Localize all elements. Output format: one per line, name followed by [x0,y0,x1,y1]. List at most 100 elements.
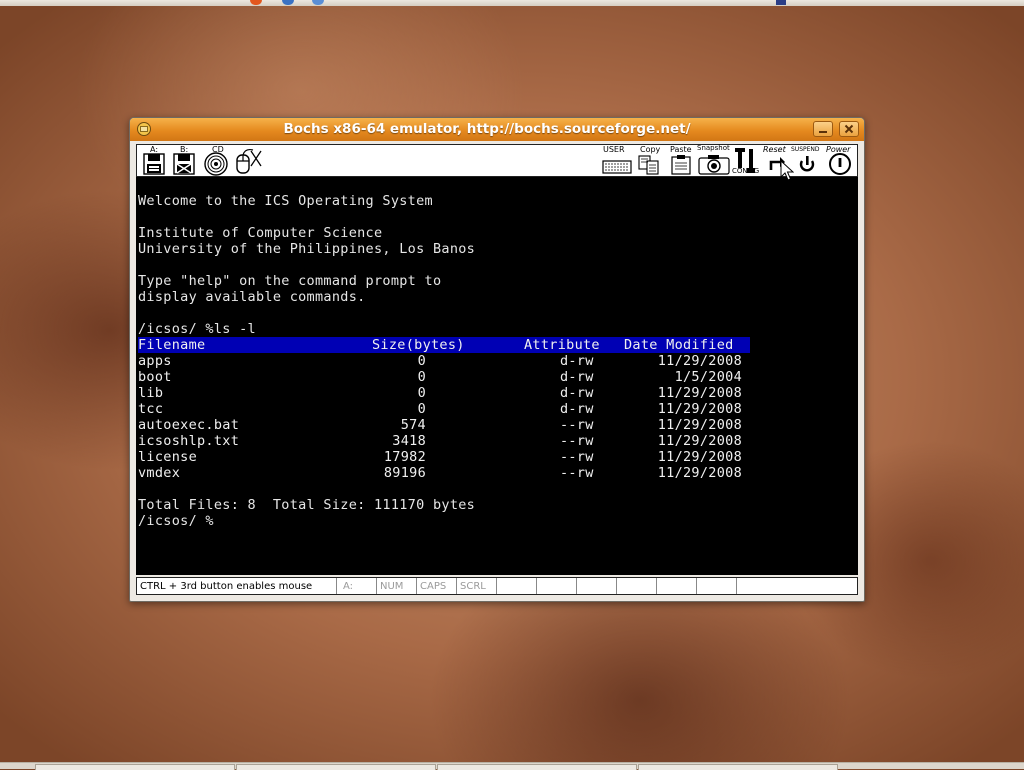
minimize-button[interactable] [813,121,833,137]
listing-header: Filename Size(bytes) Attribute Date Modi… [138,337,750,353]
wrench-icon [735,148,755,173]
header-filename: Filename [138,337,206,353]
row-attribute: --rw [560,433,594,449]
top-panel [0,0,1024,6]
row-attribute: --rw [560,465,594,481]
suspend-button[interactable]: SUSPEND [791,146,823,176]
mail-icon[interactable] [282,0,294,5]
mouse-icon [236,148,262,174]
header-size: Size(bytes) [372,337,465,353]
taskbar-button[interactable] [236,764,436,770]
listing-row: autoexec.bat 574 --rw 11/29/2008 [138,417,750,433]
row-size: 0 [417,369,426,385]
num-lock-indicator: NUM [377,578,417,594]
row-date: 11/29/2008 [657,417,742,433]
row-size: 17982 [383,449,426,465]
status-cell [537,578,577,594]
minimize-icon [819,131,827,133]
listing-summary: Total Files: 8 Total Size: 111170 bytes [138,497,476,513]
row-filename: license [138,449,197,465]
mouse-toggle-button[interactable] [233,146,263,176]
row-date: 11/29/2008 [657,353,742,369]
listing-row: license 17982 --rw 11/29/2008 [138,449,750,465]
keyboard-icon [602,160,632,174]
floppy-b-button[interactable]: B: [171,145,197,176]
status-cell [617,578,657,594]
row-filename: lib [138,385,164,401]
row-size: 0 [417,401,426,417]
taskbar-button[interactable] [638,764,838,770]
command-line: /icsos/ %ls -l [138,321,256,337]
paste-icon [671,155,691,175]
listing-row: boot 0 d-rw 1/5/2004 [138,369,750,385]
row-filename: boot [138,369,172,385]
listing-row: lib 0 d-rw 11/29/2008 [138,385,750,401]
close-icon [844,124,854,134]
taskbar-button[interactable] [35,764,235,770]
console-line: Institute of Computer Science [138,225,383,241]
row-filename: tcc [138,401,164,417]
floppy-b-icon [173,153,195,175]
row-size: 574 [400,417,426,433]
listing-row: icsoshlp.txt 3418 --rw 11/29/2008 [138,433,750,449]
cdrom-button[interactable]: CD [201,145,231,176]
row-attribute: d-rw [560,401,594,417]
console-line: University of the Philippines, Los Banos [138,241,476,257]
row-filename: autoexec.bat [138,417,240,433]
status-cell [497,578,537,594]
command-prompt: /icsos/ % [138,513,214,529]
row-attribute: d-rw [560,369,594,385]
row-attribute: d-rw [560,353,594,369]
console-line: Type "help" on the command prompt to [138,273,442,289]
taskbar-button[interactable] [437,764,637,770]
row-date: 11/29/2008 [657,449,742,465]
power-button[interactable]: Power [825,145,855,176]
row-attribute: --rw [560,449,594,465]
row-date: 11/29/2008 [657,401,742,417]
user-button[interactable]: USER [602,145,632,176]
mouse-pointer-icon [780,160,794,181]
drive-indicator: A: [337,578,377,594]
console-line: Welcome to the ICS Operating System [138,193,433,209]
firefox-icon[interactable] [250,0,262,5]
row-date: 11/29/2008 [657,385,742,401]
row-size: 0 [417,385,426,401]
header-attribute: Attribute [524,337,600,353]
row-attribute: --rw [560,417,594,433]
row-date: 11/29/2008 [657,465,742,481]
floppy-a-button[interactable]: A: [141,145,167,176]
caps-lock-indicator: CAPS [417,578,457,594]
row-filename: vmdex [138,465,181,481]
emulator-console[interactable]: Welcome to the ICS Operating System Inst… [136,177,858,575]
scroll-lock-indicator: SCRL [457,578,497,594]
floppy-a-icon [143,153,165,175]
listing-row: tcc 0 d-rw 11/29/2008 [138,401,750,417]
paste-button[interactable]: Paste [668,145,694,176]
row-size: 3418 [392,433,426,449]
indicator-icon[interactable] [776,0,786,5]
status-bar: CTRL + 3rd button enables mouse A: NUM C… [136,577,858,595]
title-bar[interactable]: Bochs x86-64 emulator, http://bochs.sour… [130,118,864,141]
status-cell [577,578,617,594]
row-filename: apps [138,353,172,369]
listing-row: vmdex 89196 --rw 11/29/2008 [138,465,750,481]
suspend-icon [799,156,815,172]
mouse-hint: CTRL + 3rd button enables mouse [137,578,337,594]
power-icon [829,153,851,175]
console-line: display available commands. [138,289,366,305]
status-cell [697,578,737,594]
bochs-app-icon[interactable] [136,121,152,137]
snapshot-button[interactable]: Snapshot [696,144,732,176]
close-button[interactable] [839,121,859,137]
row-filename: icsoshlp.txt [138,433,240,449]
help-icon[interactable] [312,0,324,5]
config-button[interactable]: CONFIG [732,146,762,176]
row-date: 11/29/2008 [657,433,742,449]
copy-icon [638,155,659,175]
header-date: Date Modified [624,337,734,353]
copy-button[interactable]: Copy [636,145,662,176]
cdrom-icon [204,152,228,176]
row-size: 89196 [383,465,426,481]
row-size: 0 [417,353,426,369]
window-title: Bochs x86-64 emulator, http://bochs.sour… [283,121,691,137]
